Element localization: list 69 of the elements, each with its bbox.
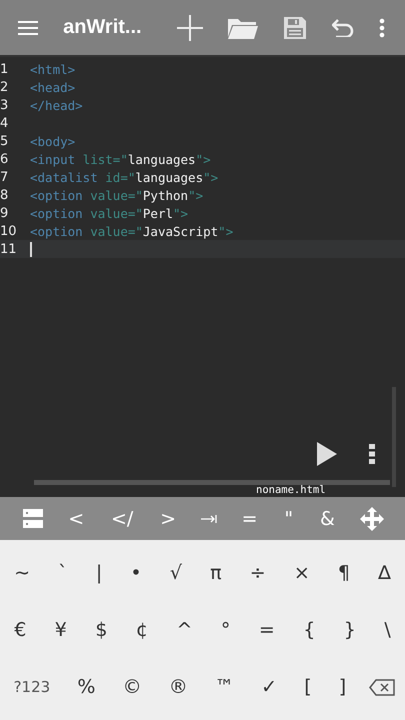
- line-number: 11: [0, 242, 18, 256]
- scrollbar[interactable]: [34, 480, 390, 485]
- code-line: <html>: [30, 62, 76, 76]
- key[interactable]: \: [380, 612, 395, 647]
- key[interactable]: ™: [210, 670, 238, 704]
- line-number: 2: [0, 80, 10, 94]
- code-line: </head>: [30, 98, 83, 112]
- key[interactable]: ✓: [257, 670, 282, 704]
- key[interactable]: ": [282, 508, 296, 530]
- key[interactable]: %: [73, 670, 100, 704]
- undo-icon[interactable]: [332, 18, 354, 36]
- line-number: 10: [0, 224, 18, 238]
- folder-icon[interactable]: [228, 16, 258, 38]
- key[interactable]: >: [158, 508, 178, 530]
- key[interactable]: =: [240, 508, 260, 530]
- key[interactable]: ¥: [50, 612, 71, 647]
- code-line: <datalist id="languages">: [30, 170, 218, 184]
- key[interactable]: €: [10, 612, 30, 647]
- line-number: 3: [0, 98, 10, 112]
- key[interactable]: `: [54, 556, 72, 590]
- key[interactable]: °: [216, 612, 234, 647]
- code-line: <option value="Perl">: [30, 206, 188, 220]
- key[interactable]: <: [66, 508, 86, 530]
- key[interactable]: ]: [334, 670, 350, 704]
- key[interactable]: ^: [172, 612, 196, 647]
- key[interactable]: ©: [118, 670, 146, 704]
- add-icon[interactable]: [176, 14, 203, 40]
- key[interactable]: √: [166, 556, 186, 590]
- code-line: <input list="languages">: [30, 152, 211, 166]
- key[interactable]: ¶: [334, 556, 354, 590]
- key[interactable]: ∆: [374, 556, 395, 590]
- code-line: <option value="Python">: [30, 188, 204, 202]
- line-number: 8: [0, 188, 10, 202]
- key[interactable]: $: [91, 612, 112, 647]
- line-number: 4: [0, 116, 10, 130]
- menu-icon[interactable]: [18, 20, 38, 36]
- list-icon[interactable]: [23, 509, 44, 528]
- code-line: <head>: [30, 80, 76, 94]
- line-number: 7: [0, 170, 10, 184]
- line-number: 9: [0, 206, 10, 220]
- key[interactable]: ÷: [246, 556, 270, 590]
- line-number: 5: [0, 134, 10, 148]
- key[interactable]: }: [340, 612, 360, 647]
- play-icon[interactable]: [317, 442, 337, 466]
- key[interactable]: </: [108, 508, 136, 530]
- save-icon[interactable]: [282, 16, 307, 40]
- more-icon[interactable]: [369, 444, 375, 464]
- move-icon[interactable]: [360, 506, 384, 530]
- key[interactable]: {: [299, 612, 320, 647]
- key[interactable]: |: [92, 556, 106, 590]
- key[interactable]: ×: [290, 556, 314, 590]
- code-line: <body>: [30, 134, 76, 148]
- code-line: <option value="JavaScript">: [30, 224, 234, 238]
- key[interactable]: •: [126, 556, 146, 590]
- key[interactable]: [: [300, 670, 316, 704]
- line-number: 6: [0, 152, 10, 166]
- backspace-icon[interactable]: [369, 678, 396, 696]
- app-title: anWrit...: [63, 16, 142, 39]
- symbols-key[interactable]: ?123: [10, 672, 54, 702]
- key[interactable]: &: [318, 508, 337, 530]
- key[interactable]: ®: [164, 670, 192, 704]
- key[interactable]: π: [206, 556, 226, 590]
- key[interactable]: ~: [10, 556, 34, 590]
- key[interactable]: ¢: [132, 612, 152, 647]
- line-number: 1: [0, 62, 10, 76]
- file-name: noname.html: [256, 484, 326, 496]
- text-cursor: [30, 242, 32, 256]
- tab-icon[interactable]: [200, 514, 217, 522]
- key[interactable]: =: [254, 612, 279, 647]
